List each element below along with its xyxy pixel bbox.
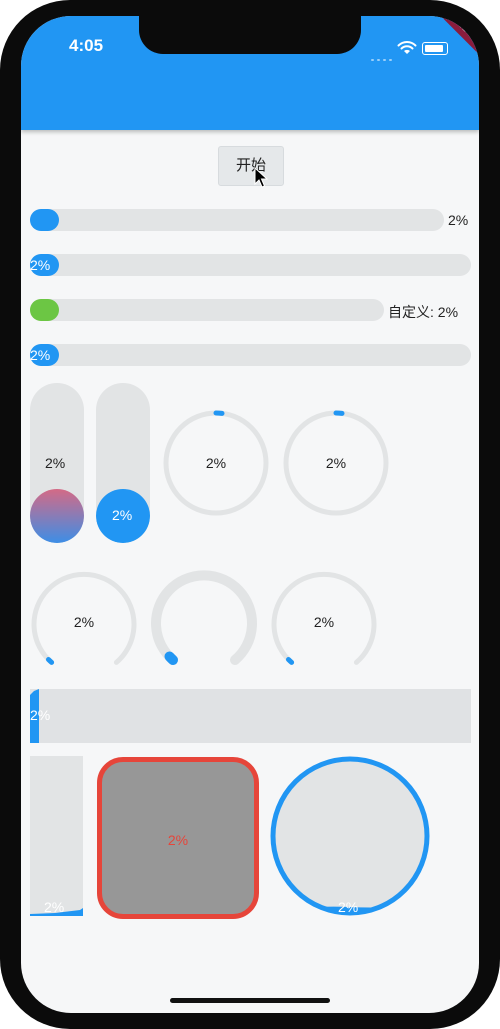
- wave-progress-rect-label: 2%: [30, 707, 51, 723]
- notch: [139, 16, 361, 54]
- linear-progress-3-custom-label: 自定义: 2%: [388, 304, 459, 320]
- phone-frame: 4:05 DEBUG 开始 2% 2% 自定义: 2% 2% 2% 2% 2% …: [0, 0, 500, 1029]
- screen: 4:05 DEBUG 开始 2% 2% 自定义: 2% 2% 2% 2% 2% …: [21, 16, 479, 1013]
- home-indicator[interactable]: [170, 998, 330, 1003]
- arc-progress-3-label: 2%: [313, 614, 335, 630]
- battery-icon: [422, 42, 448, 55]
- vertical-progress-2-label: 2%: [112, 507, 133, 523]
- linear-progress-2-label: 2%: [30, 257, 51, 273]
- linear-progress-2-track: [30, 254, 471, 276]
- linear-progress-3-track: [30, 299, 384, 321]
- liquid-progress-circle-label: 2%: [338, 899, 359, 915]
- linear-progress-4-track: [30, 344, 471, 366]
- status-time: 4:05: [69, 36, 104, 55]
- linear-progress-4-label: 2%: [30, 347, 51, 363]
- liquid-progress-circle: [270, 756, 430, 916]
- wifi-icon: [397, 41, 417, 54]
- linear-progress-1-track: [30, 209, 444, 231]
- linear-progress-3-fill: [30, 299, 59, 321]
- vertical-progress-1-fill: [30, 489, 84, 543]
- linear-progress-1-fill: [30, 209, 59, 231]
- arc-progress-2: [151, 570, 257, 665]
- circular-progress-1-label: 2%: [205, 455, 227, 471]
- vertical-progress-1-label: 2%: [45, 455, 66, 471]
- wave-progress-rect: 2%: [30, 689, 471, 743]
- arc-progress-1-label: 2%: [73, 614, 95, 630]
- wave-progress-tall: 2%: [30, 756, 83, 916]
- linear-progress-1-label: 2%: [448, 212, 469, 228]
- start-button[interactable]: 开始: [218, 146, 284, 186]
- wave-progress-tall-label: 2%: [44, 899, 65, 915]
- liquid-progress-square: 2%: [97, 757, 259, 919]
- mouse-cursor-icon: [254, 167, 268, 188]
- liquid-progress-square-label: 2%: [167, 832, 189, 848]
- signal-icon: [371, 48, 395, 66]
- circular-progress-2-label: 2%: [325, 455, 347, 471]
